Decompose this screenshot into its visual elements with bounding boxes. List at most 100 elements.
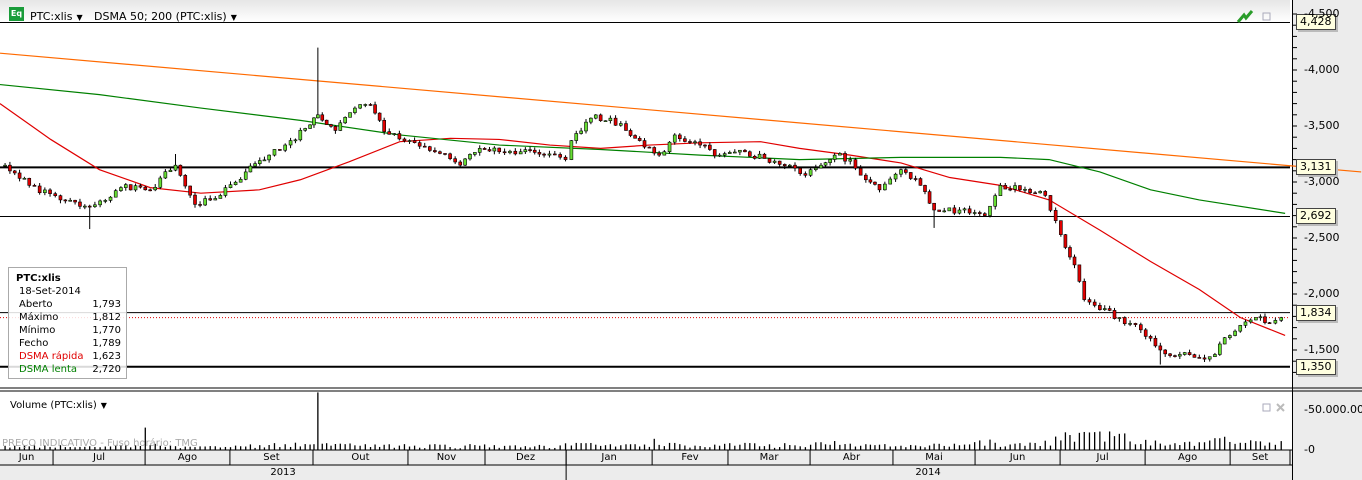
legend-row: DSMA lenta 2,720 <box>19 364 121 377</box>
candle <box>633 135 637 139</box>
candle <box>624 123 628 131</box>
candle <box>523 149 528 153</box>
candle <box>798 167 802 174</box>
candle <box>253 163 257 167</box>
month-label: Mar <box>759 452 779 463</box>
legend-value: 2,720 <box>92 364 121 375</box>
month-label: Jun <box>1009 452 1026 463</box>
candle <box>1008 188 1012 191</box>
candle <box>158 177 163 188</box>
candle <box>613 117 618 126</box>
month-label: Out <box>351 452 370 463</box>
candle <box>1279 317 1284 321</box>
candle <box>584 121 588 132</box>
candle <box>73 199 77 203</box>
candle <box>532 149 537 153</box>
candle <box>1273 320 1278 324</box>
candle <box>1148 336 1153 339</box>
candle <box>368 104 373 106</box>
candle <box>819 164 823 169</box>
candle <box>1098 305 1102 310</box>
volume-panel-selector[interactable]: Volume (PTC:xlis) ▼ <box>10 400 107 411</box>
candle <box>407 140 412 142</box>
candle <box>1112 310 1117 319</box>
candle <box>717 154 722 157</box>
candle <box>569 140 574 160</box>
candle <box>1202 357 1207 360</box>
candle <box>178 164 183 176</box>
candle <box>78 201 82 207</box>
candle <box>303 128 307 131</box>
candle <box>1072 256 1077 266</box>
candle <box>353 107 357 113</box>
year-label: 2014 <box>915 467 941 478</box>
candle <box>348 112 352 118</box>
candle <box>873 181 877 185</box>
candle <box>1197 357 1202 359</box>
price-tag: 3,131 <box>1296 159 1336 176</box>
candle <box>574 133 579 141</box>
candle <box>1233 330 1237 336</box>
candle <box>1143 329 1148 337</box>
month-label: Dez <box>515 452 536 463</box>
candle <box>1222 337 1227 345</box>
candle <box>904 169 908 173</box>
candle <box>238 178 243 183</box>
candle <box>899 169 903 175</box>
candle <box>1217 343 1222 355</box>
candle <box>1228 335 1232 338</box>
candle <box>1254 317 1258 321</box>
candle <box>563 156 568 160</box>
candle <box>1248 319 1253 323</box>
price-chart[interactable] <box>0 0 1362 480</box>
candle <box>128 184 133 191</box>
candle <box>1139 324 1143 331</box>
candle <box>1192 354 1197 358</box>
candle <box>828 159 832 163</box>
candle <box>537 152 542 155</box>
candle <box>722 153 727 156</box>
candle <box>329 124 333 127</box>
candle <box>1158 345 1163 351</box>
candle <box>708 144 712 150</box>
month-label: Jul <box>93 452 106 463</box>
candle <box>767 158 772 163</box>
candle <box>547 153 552 156</box>
candle <box>1053 210 1058 221</box>
candle <box>743 149 747 153</box>
candle <box>877 184 882 191</box>
candle <box>173 164 178 171</box>
candle <box>1187 352 1192 355</box>
price-tag: 1,834 <box>1296 304 1336 321</box>
candle <box>468 154 472 160</box>
candle <box>463 158 467 166</box>
candle <box>608 117 613 121</box>
candle <box>864 174 868 181</box>
candle <box>387 131 392 135</box>
candle <box>1267 322 1272 324</box>
candle <box>513 150 518 155</box>
candle <box>58 195 63 201</box>
candle <box>324 119 329 125</box>
month-label: Jun <box>18 452 35 463</box>
candle <box>108 196 113 201</box>
candle <box>98 200 102 206</box>
legend-date: 18-Set-2014 <box>19 286 81 297</box>
candle <box>678 134 682 140</box>
candle <box>913 178 918 180</box>
candle <box>1102 308 1107 310</box>
candle <box>183 175 188 187</box>
candle <box>853 159 858 169</box>
candle <box>422 145 427 148</box>
candle <box>363 104 368 106</box>
candle <box>1003 185 1008 190</box>
price-tick-label: -4,000 <box>1304 63 1340 76</box>
candle <box>283 144 288 151</box>
candle <box>628 130 633 136</box>
candle <box>316 114 320 119</box>
candle <box>952 207 957 214</box>
candle <box>618 123 623 126</box>
candle <box>148 189 152 192</box>
candle <box>598 114 603 122</box>
candle <box>813 167 818 171</box>
